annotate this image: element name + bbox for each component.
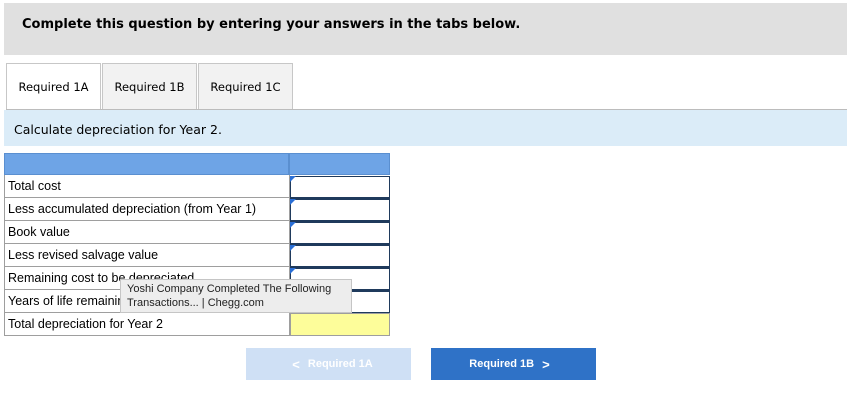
instructions-banner: Complete this question by entering your …	[4, 3, 847, 55]
total-depreciation-cell	[290, 313, 390, 336]
input-marker-icon	[290, 199, 296, 205]
previous-tab-label: Required 1A	[307, 358, 373, 370]
table-header-label-cell	[4, 153, 289, 175]
instruction-text: Calculate depreciation for Year 2.	[14, 122, 222, 137]
input-accumulated-depreciation[interactable]	[290, 199, 390, 222]
previous-tab-button[interactable]: < Required 1A	[246, 348, 411, 380]
row-label-accumulated-depreciation: Less accumulated depreciation (from Year…	[4, 198, 290, 221]
tab-required-1c[interactable]: Required 1C	[198, 63, 293, 109]
table-header-value-cell	[289, 153, 390, 175]
input-total-cost[interactable]	[290, 176, 390, 199]
tab-required-1b[interactable]: Required 1B	[102, 63, 197, 109]
banner-text: Complete this question by entering your …	[22, 17, 521, 32]
input-marker-icon	[290, 268, 296, 274]
tab-required-1a[interactable]: Required 1A	[6, 63, 101, 110]
row-label-revised-salvage: Less revised salvage value	[4, 244, 290, 267]
row-label-total-cost: Total cost	[4, 175, 290, 198]
chevron-right-icon: >	[542, 356, 550, 372]
input-marker-icon	[290, 245, 296, 251]
input-revised-salvage[interactable]	[290, 245, 390, 268]
input-marker-icon	[290, 222, 296, 228]
next-tab-label: Required 1B	[469, 358, 535, 370]
link-tooltip: Yoshi Company Completed The Following Tr…	[120, 279, 352, 313]
row-label-total-depreciation: Total depreciation for Year 2	[4, 313, 290, 336]
tooltip-line-1: Yoshi Company Completed The Following	[127, 283, 332, 295]
tooltip-line-2: Transactions... | Chegg.com	[127, 297, 264, 309]
chevron-left-icon: <	[292, 356, 300, 372]
next-tab-button[interactable]: Required 1B >	[431, 348, 596, 380]
instruction-bar: Calculate depreciation for Year 2.	[4, 110, 847, 146]
input-marker-icon	[290, 176, 296, 182]
row-label-book-value: Book value	[4, 221, 290, 244]
input-book-value[interactable]	[290, 222, 390, 245]
